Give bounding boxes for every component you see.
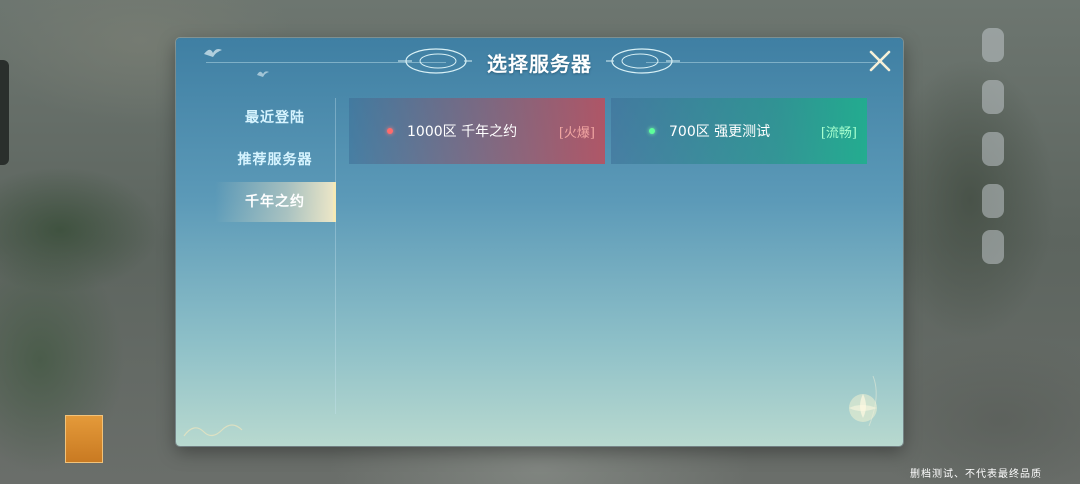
nav-item-recommended[interactable]: 推荐服务器 xyxy=(215,140,335,180)
server-name: 1000区 千年之约 xyxy=(407,124,518,140)
server-name: 700区 强更测试 xyxy=(669,124,771,140)
close-x-icon xyxy=(869,50,891,72)
bird-decoration-icon xyxy=(257,71,269,77)
wave-decoration-icon xyxy=(183,424,243,437)
nav-item-recent[interactable]: 最近登陆 xyxy=(215,98,335,138)
lotus-decoration-icon xyxy=(849,375,877,427)
nav-item-label: 推荐服务器 xyxy=(237,152,313,168)
bird-decoration-icon xyxy=(204,49,222,57)
side-portrait-icon[interactable] xyxy=(65,415,103,463)
status-dot-icon xyxy=(387,128,393,134)
server-status-badge: [火爆] xyxy=(558,125,595,141)
server-select-dialog: 选择服务器 最近登陆 推荐服务器 千年之约 1000区 千年之约 [火爆] 70… xyxy=(176,38,903,446)
nav-item-qiannian[interactable]: 千年之约 xyxy=(215,182,336,222)
server-card-700[interactable]: 700区 强更测试 [流畅] xyxy=(611,98,867,164)
nav-item-label: 千年之约 xyxy=(245,194,305,210)
status-dot-icon xyxy=(649,128,655,134)
dialog-title: 选择服务器 xyxy=(487,52,592,76)
nav-item-label: 最近登陆 xyxy=(245,110,305,126)
close-button[interactable] xyxy=(867,48,893,74)
server-status-badge: [流畅] xyxy=(820,125,857,141)
server-category-nav: 最近登陆 推荐服务器 千年之约 xyxy=(176,98,336,414)
side-drawer-handle[interactable] xyxy=(0,60,9,165)
server-card-1000[interactable]: 1000区 千年之约 [火爆] xyxy=(349,98,605,164)
test-disclaimer: 删档测试、不代表最终品质 xyxy=(910,469,1042,480)
